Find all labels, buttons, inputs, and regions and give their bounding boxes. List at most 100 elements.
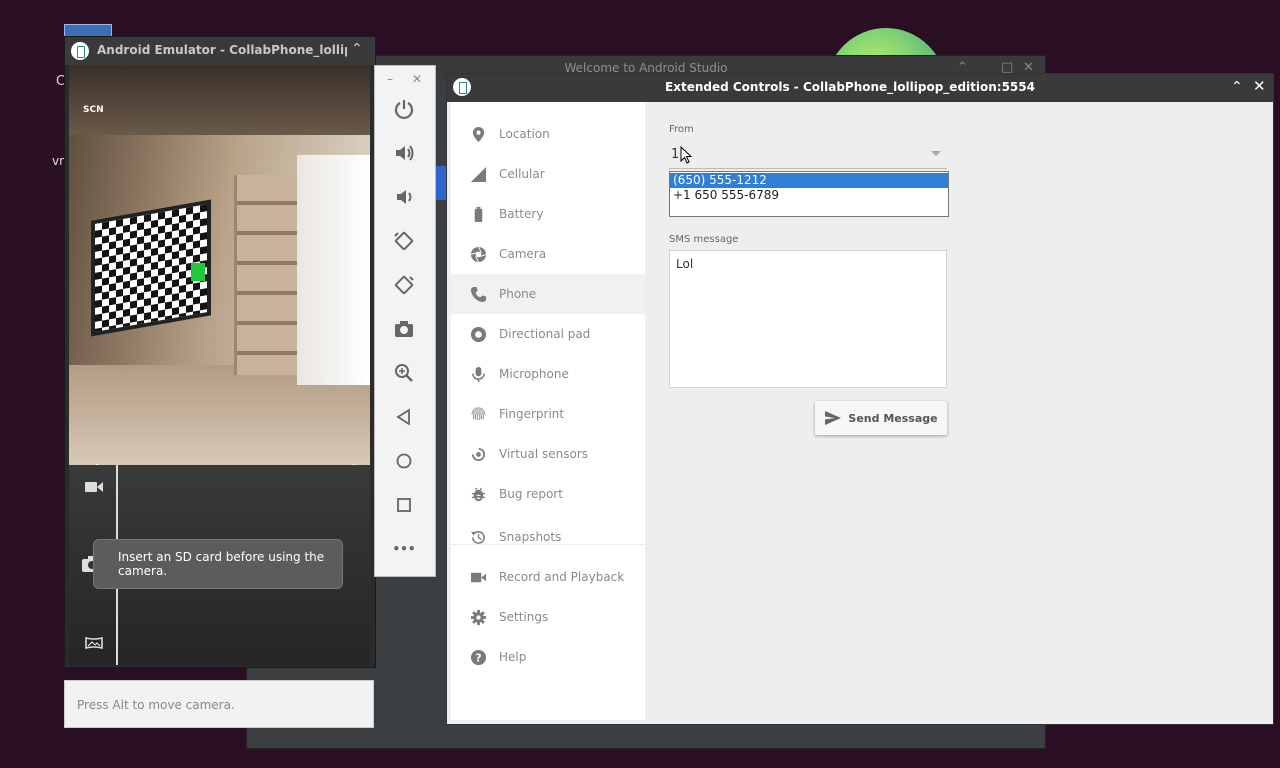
nav-label: Fingerprint bbox=[499, 407, 565, 421]
nav-item-directional-pad[interactable]: Directional pad bbox=[451, 314, 645, 354]
green-marker bbox=[191, 263, 205, 281]
nav-item-microphone[interactable]: Microphone bbox=[451, 354, 645, 394]
phone-icon bbox=[469, 285, 487, 303]
emulator-title-bar[interactable]: Android Emulator - CollabPhone_lollipop_… bbox=[65, 37, 375, 65]
help-icon: ? bbox=[469, 648, 487, 666]
nav-label: Settings bbox=[499, 610, 549, 624]
from-value: 1 bbox=[671, 147, 680, 162]
send-message-label: Send Message bbox=[848, 411, 938, 425]
nav-item-cellular[interactable]: Cellular bbox=[451, 154, 645, 194]
from-dropdown-list: (650) 555-1212 +1 650 555-6789 bbox=[669, 171, 949, 217]
back-triangle-icon bbox=[396, 408, 410, 426]
rotate-right-icon bbox=[394, 275, 414, 295]
location-pin-icon bbox=[469, 125, 487, 143]
dropdown-arrow-icon bbox=[931, 151, 941, 156]
scene-shelf bbox=[234, 175, 297, 375]
camera-viewfinder[interactable]: SCN bbox=[69, 65, 370, 465]
microphone-icon bbox=[469, 365, 487, 383]
back-button[interactable] bbox=[391, 404, 417, 430]
rotate-left-button[interactable] bbox=[391, 228, 417, 254]
sms-message-input[interactable]: Lol bbox=[669, 250, 947, 388]
scene-mode-label[interactable]: SCN bbox=[83, 105, 104, 115]
power-button[interactable] bbox=[391, 96, 417, 122]
emulator-window: Android Emulator - CollabPhone_lollipop_… bbox=[64, 36, 376, 668]
from-option[interactable]: +1 650 555-6789 bbox=[670, 188, 948, 203]
gear-icon bbox=[469, 608, 487, 626]
camera-icon bbox=[395, 321, 413, 337]
send-icon bbox=[825, 411, 842, 425]
overview-button[interactable] bbox=[391, 492, 417, 518]
svg-text:?: ? bbox=[475, 652, 481, 664]
screenshot-button[interactable] bbox=[391, 316, 417, 342]
nav-label: Help bbox=[499, 650, 527, 664]
minimize-button[interactable]: – bbox=[387, 72, 393, 86]
more-button[interactable]: ••• bbox=[391, 536, 417, 562]
nav-item-location[interactable]: Location bbox=[451, 114, 645, 154]
rotate-left-icon bbox=[394, 231, 414, 251]
nav-item-fingerprint[interactable]: Fingerprint bbox=[451, 394, 645, 434]
nav-label: Location bbox=[499, 127, 550, 141]
close-icon[interactable]: ✕ bbox=[1253, 77, 1266, 95]
fingerprint-icon bbox=[469, 405, 487, 423]
nav-label: Battery bbox=[499, 207, 544, 221]
panorama-icon[interactable] bbox=[85, 637, 103, 649]
extended-controls-title: Extended Controls - CollabPhone_lollipop… bbox=[665, 80, 1035, 94]
sd-card-toast: Insert an SD card before using the camer… bbox=[93, 539, 343, 589]
from-option[interactable]: (650) 555-1212 bbox=[670, 173, 948, 188]
nav-item-snapshots[interactable]: Snapshots bbox=[451, 517, 645, 557]
history-icon bbox=[469, 528, 487, 546]
nav-item-phone[interactable]: Phone bbox=[451, 274, 645, 314]
nav-label: Virtual sensors bbox=[499, 447, 589, 461]
nav-label: Microphone bbox=[499, 367, 569, 381]
from-label: From bbox=[669, 124, 694, 135]
home-button[interactable] bbox=[391, 448, 417, 474]
video-mode-icon[interactable] bbox=[85, 481, 103, 493]
sms-message-label: SMS message bbox=[669, 234, 739, 245]
battery-icon bbox=[469, 205, 487, 223]
scene-window bbox=[297, 155, 370, 385]
from-combobox[interactable]: 1 bbox=[669, 142, 947, 169]
camera-hint: Press Alt to move camera. bbox=[64, 680, 374, 728]
nav-label: Directional pad bbox=[499, 327, 591, 341]
close-button[interactable]: ✕ bbox=[412, 72, 422, 86]
bug-icon bbox=[469, 485, 487, 503]
power-icon bbox=[394, 100, 414, 120]
send-message-button[interactable]: Send Message bbox=[815, 401, 947, 435]
chevron-up-icon[interactable]: ⌃ bbox=[1231, 79, 1243, 95]
nav-item-record-and-playback[interactable]: Record and Playback bbox=[451, 557, 645, 597]
signal-icon bbox=[469, 165, 487, 183]
volume-up-button[interactable] bbox=[391, 140, 417, 166]
zoom-button[interactable] bbox=[391, 360, 417, 386]
phone-panel: From 1 (650) 555-1212 +1 650 555-6789 SM… bbox=[645, 102, 1271, 720]
camera-aperture-icon bbox=[469, 245, 487, 263]
nav-label: Bug report bbox=[499, 487, 563, 501]
rotation-icon bbox=[469, 445, 487, 463]
zoom-icon bbox=[395, 364, 413, 382]
volume-up-icon bbox=[396, 145, 414, 161]
nav-item-help[interactable]: ? Help bbox=[451, 637, 645, 677]
nav-item-settings[interactable]: Settings bbox=[451, 597, 645, 637]
extended-controls-nav: Location Cellular Battery Camera Phone D… bbox=[451, 102, 645, 720]
nav-item-bug-report[interactable]: Bug report bbox=[451, 474, 645, 514]
android-emulator-icon bbox=[71, 42, 89, 60]
chevron-up-icon[interactable]: ⌃ bbox=[351, 41, 363, 57]
nav-label: Record and Playback bbox=[499, 570, 625, 584]
videocam-icon bbox=[469, 568, 487, 586]
nav-label: Snapshots bbox=[499, 530, 562, 544]
extended-controls-title-bar[interactable]: Extended Controls - CollabPhone_lollipop… bbox=[447, 74, 1273, 102]
emulator-toolbar: – ✕ ••• bbox=[374, 65, 436, 577]
nav-item-camera[interactable]: Camera bbox=[451, 234, 645, 274]
volume-down-icon bbox=[397, 190, 412, 204]
overview-square-icon bbox=[397, 498, 411, 512]
home-circle-icon bbox=[396, 453, 412, 469]
mouse-cursor-icon bbox=[680, 146, 692, 164]
dpad-icon bbox=[469, 325, 487, 343]
rotate-right-button[interactable] bbox=[391, 272, 417, 298]
emulator-title: Android Emulator - CollabPhone_lollipop_… bbox=[97, 43, 347, 57]
nav-item-battery[interactable]: Battery bbox=[451, 194, 645, 234]
nav-item-virtual-sensors[interactable]: Virtual sensors bbox=[451, 434, 645, 474]
extended-controls-window: Extended Controls - CollabPhone_lollipop… bbox=[446, 73, 1274, 725]
nav-label: Phone bbox=[499, 287, 537, 301]
nav-label: Camera bbox=[499, 247, 547, 261]
volume-down-button[interactable] bbox=[391, 184, 417, 210]
